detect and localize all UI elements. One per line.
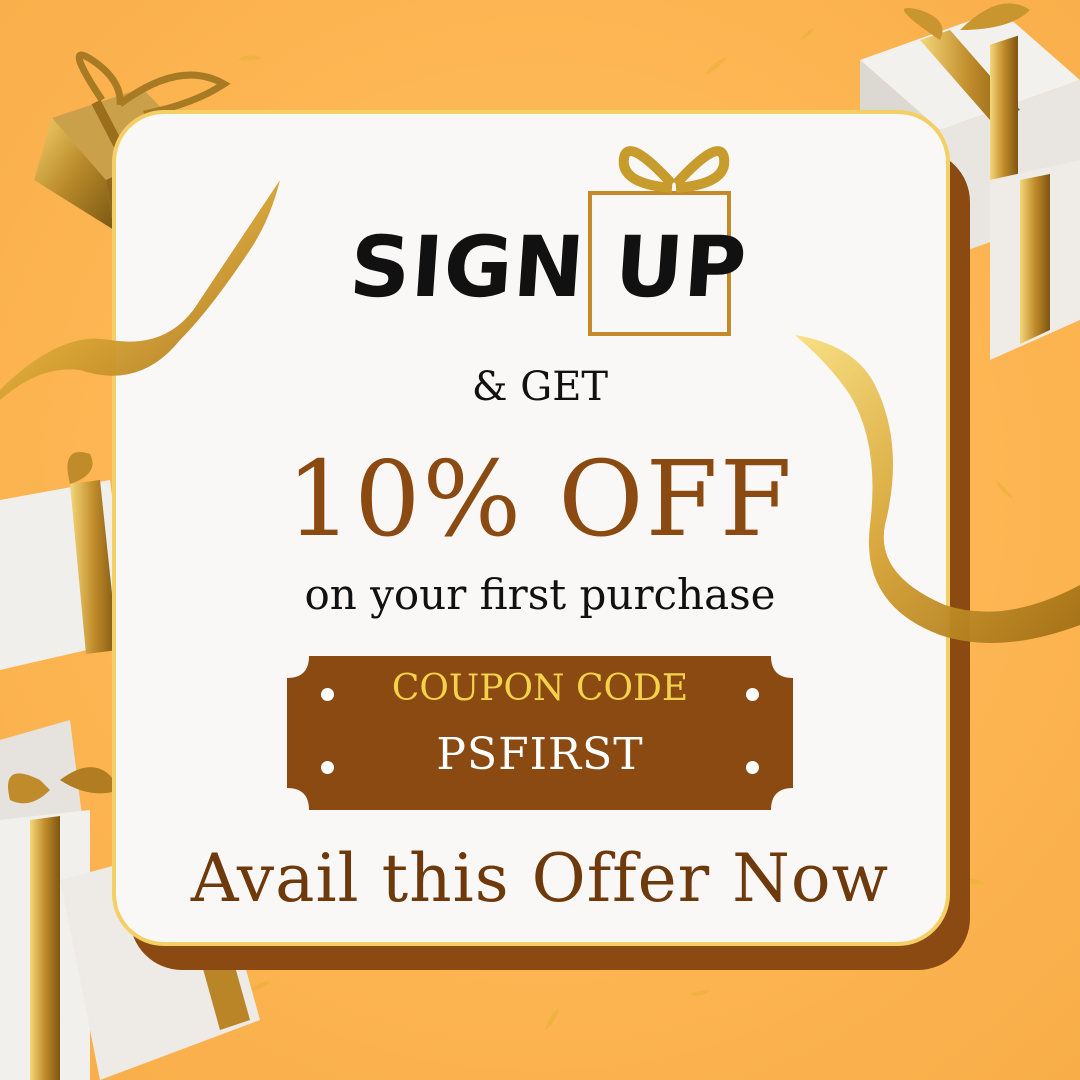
get-text: & GET (471, 364, 609, 410)
subtext: on your first purchase (304, 570, 776, 619)
coupon-code: PSFIRST (436, 729, 644, 780)
promo-canvas: SIGN UP & GET 10% OFF on your first purch… (0, 0, 1080, 1080)
discount-text: 10% OFF (286, 438, 794, 560)
coupon-label: COUPON CODE (391, 668, 689, 709)
signup-headline: SIGN UP (347, 218, 751, 316)
gift-bow-icon (618, 146, 730, 193)
headline-word-sign: SIGN (346, 218, 589, 316)
headline-word-up: UP (611, 218, 751, 316)
cta-text: Avail this Offer Now (190, 840, 890, 917)
